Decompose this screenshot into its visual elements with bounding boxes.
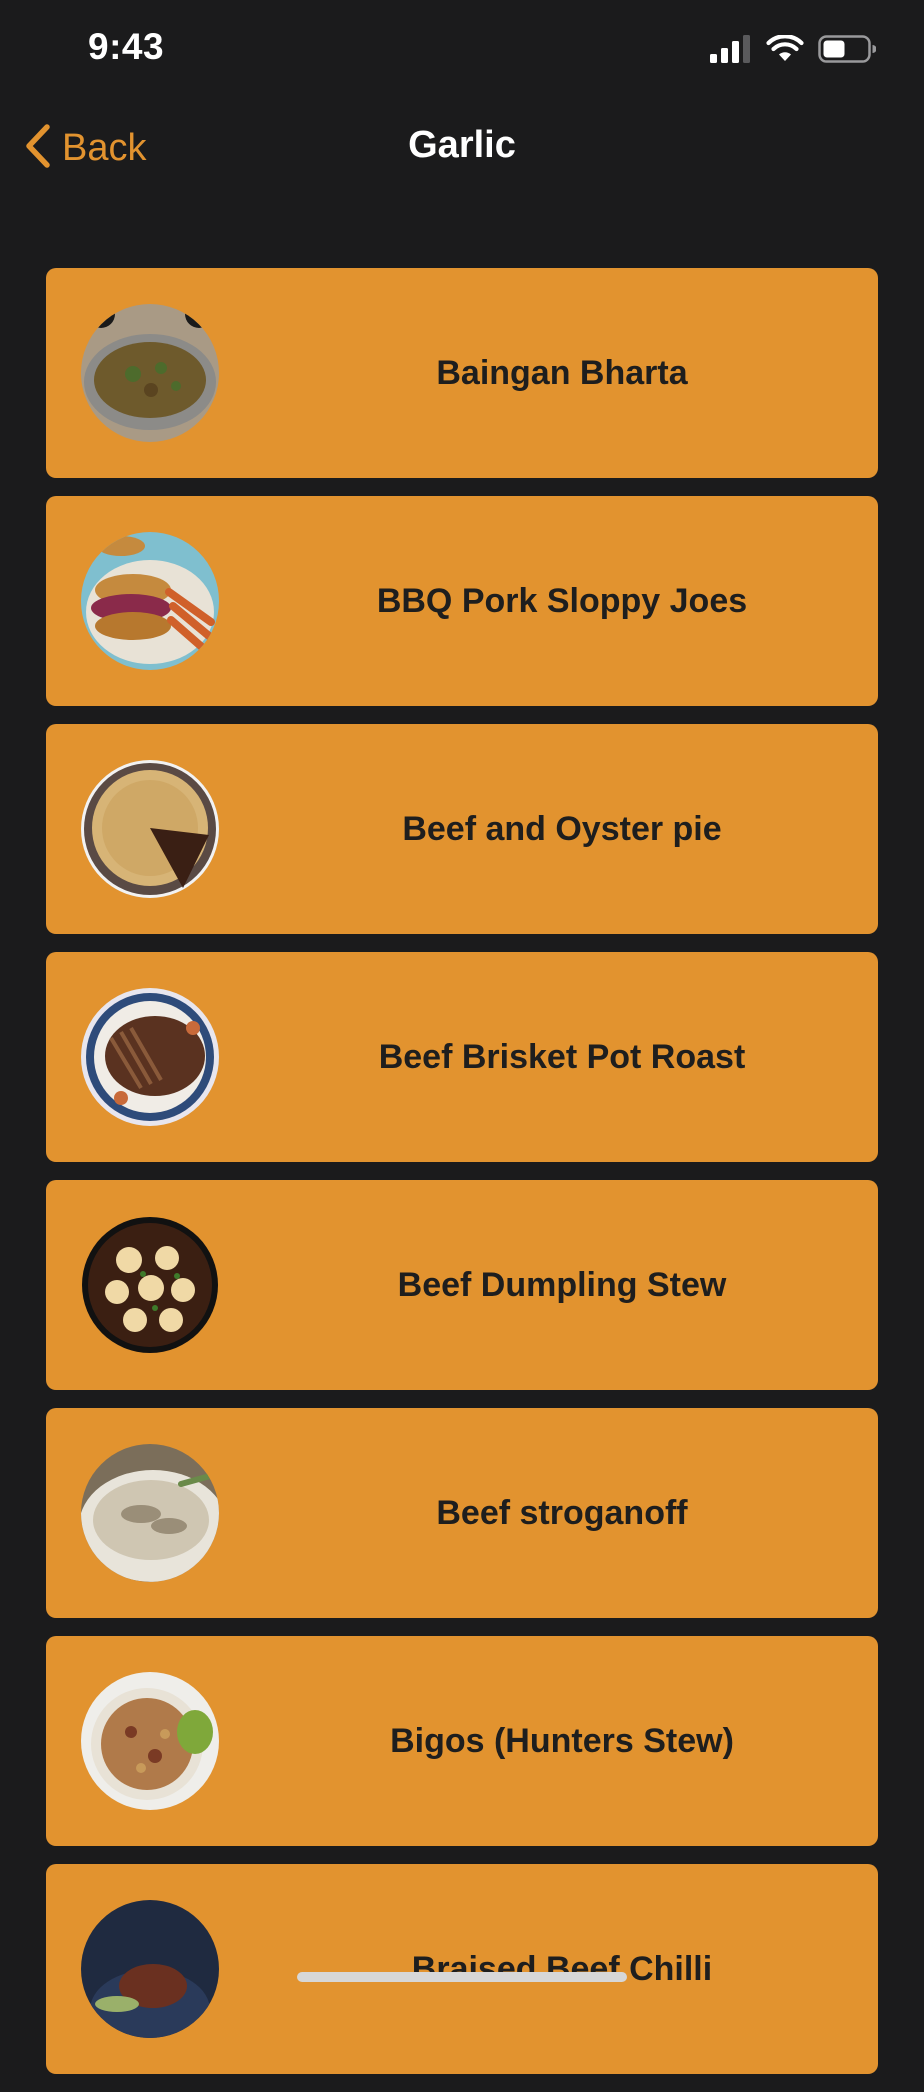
recipe-list: Baingan Bharta BBQ Pork Sloppy Joes Beef… [46,268,878,2092]
recipe-name: Beef Dumpling Stew [397,1265,727,1304]
recipe-name: Beef and Oyster pie [402,809,722,848]
recipe-thumbnail [81,1900,219,2038]
recipe-card[interactable]: Beef stroganoff [46,1408,878,1618]
recipe-thumbnail [81,304,219,442]
recipe-thumbnail [81,760,219,898]
home-indicator[interactable] [297,1972,627,1982]
recipe-name: Baingan Bharta [436,353,688,392]
wifi-icon [766,33,804,68]
recipe-card[interactable]: Beef Dumpling Stew [46,1180,878,1390]
recipe-thumbnail [81,1216,219,1354]
page-title: Garlic [408,124,516,166]
cellular-signal-icon [710,34,752,68]
status-bar: 9:43 [0,0,924,100]
navigation-bar: Back Garlic [0,110,924,186]
recipe-card[interactable]: Bigos (Hunters Stew) [46,1636,878,1846]
recipe-card[interactable]: Braised Beef Chilli [46,1864,878,2074]
recipe-card[interactable]: Beef and Oyster pie [46,724,878,934]
battery-icon [818,34,877,68]
recipe-thumbnail [81,988,219,1126]
recipe-name: BBQ Pork Sloppy Joes [376,581,748,620]
status-icons [710,33,877,68]
recipe-name: Bigos (Hunters Stew) [390,1721,734,1760]
recipe-thumbnail [81,1444,219,1582]
recipe-card[interactable]: BBQ Pork Sloppy Joes [46,496,878,706]
recipe-card[interactable]: Beef Brisket Pot Roast [46,952,878,1162]
recipe-name: Braised Beef Chilli [411,1949,713,1988]
recipe-name: Beef stroganoff [436,1493,688,1532]
recipe-thumbnail [81,1672,219,1810]
recipe-thumbnail [81,532,219,670]
recipe-name: Beef Brisket Pot Roast [378,1037,746,1076]
status-time: 9:43 [88,26,165,67]
recipe-card[interactable]: Baingan Bharta [46,268,878,478]
